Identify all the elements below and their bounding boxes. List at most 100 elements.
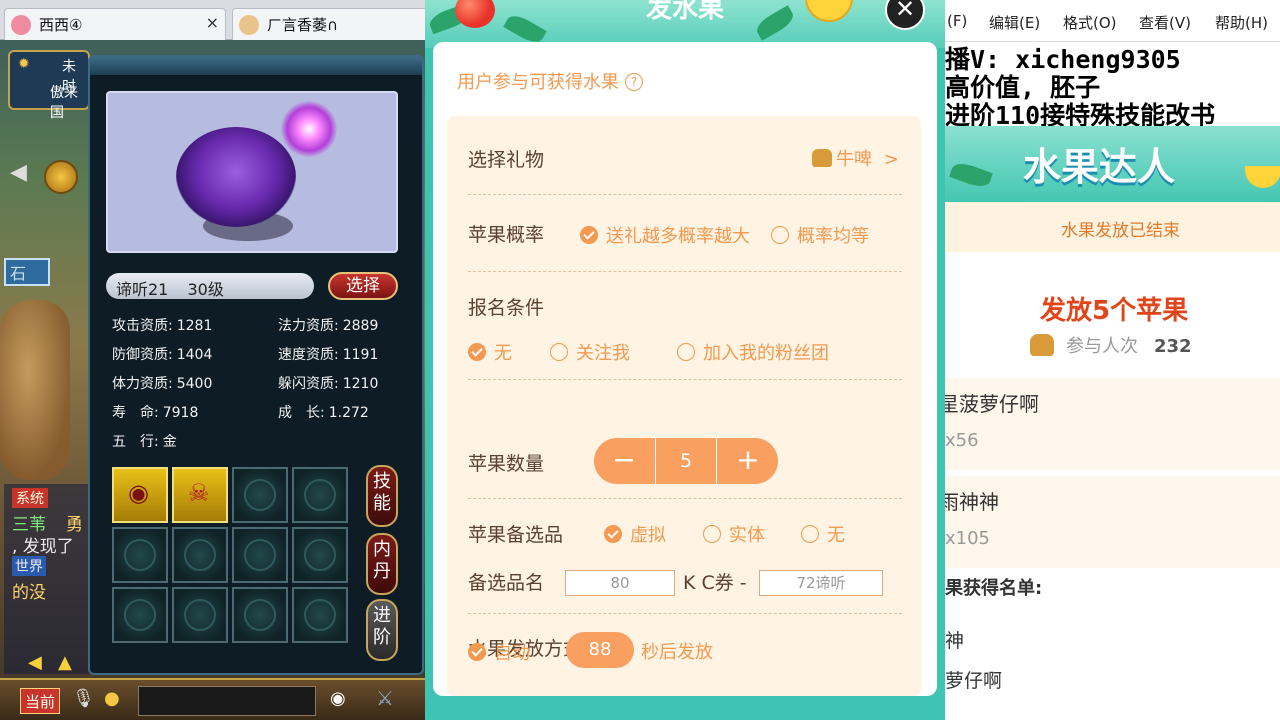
- divider: [468, 498, 902, 499]
- skill-grid: ◉ ☠: [112, 467, 348, 645]
- tab-skills[interactable]: 技能: [366, 465, 398, 527]
- arrow-up-icon[interactable]: ▲: [58, 652, 72, 673]
- radio-icon: [677, 343, 695, 361]
- quantity-value[interactable]: 5: [655, 438, 717, 484]
- pet-orb: [281, 101, 337, 157]
- radio-cond-none[interactable]: 无: [468, 339, 512, 365]
- radio-method-auto[interactable]: 自动: [468, 639, 530, 665]
- arrow-left-icon[interactable]: ◀: [10, 160, 27, 185]
- radio-icon: [771, 226, 789, 244]
- plus-button[interactable]: +: [718, 438, 778, 484]
- ended-bar: 水果发放已结束: [945, 202, 1280, 252]
- banana-icon: [805, 0, 853, 22]
- apple-icon: [455, 0, 495, 28]
- radio-icon: [801, 525, 819, 543]
- fruit-master-banner: 水果达人: [945, 126, 1280, 202]
- pedestal-decoration: [0, 300, 70, 480]
- chat-bubble-icon[interactable]: ●: [104, 688, 120, 709]
- pet-portrait: [106, 91, 398, 253]
- probability-label: 苹果概率: [468, 224, 545, 246]
- stone-label: 石: [4, 258, 50, 286]
- winner-name: 星菠萝仔啊: [945, 392, 1039, 416]
- gift-label: 选择礼物: [468, 149, 545, 171]
- stat-lifespan: 寿 命: 7918: [112, 405, 199, 421]
- skill-slot-empty[interactable]: [292, 467, 348, 523]
- avatar: [239, 15, 259, 35]
- banana-icon: [1245, 166, 1280, 188]
- alt-name-middle: K C券 -: [683, 572, 747, 594]
- check-icon: [468, 643, 486, 661]
- divider: [468, 613, 902, 614]
- tab-inner-core[interactable]: 内丹: [366, 533, 398, 595]
- radio-icon: [550, 343, 568, 361]
- radio-alt-virtual[interactable]: 虚拟: [604, 521, 666, 547]
- winner-qty: x56: [945, 430, 979, 451]
- tab-label: 西西④: [39, 16, 83, 34]
- chat-line: , 发现了: [12, 537, 74, 557]
- skill-slot[interactable]: ☠: [172, 467, 228, 523]
- skill-slot[interactable]: ◉: [112, 467, 168, 523]
- alt-name-field-1[interactable]: 80: [565, 570, 675, 596]
- divider: [468, 379, 902, 380]
- chat-input[interactable]: [138, 686, 316, 716]
- pet-icon[interactable]: ◉: [330, 688, 346, 709]
- menu-help[interactable]: 帮助(H): [1215, 12, 1268, 33]
- notepad-menubar: (F) 编辑(E) 格式(O) 查看(V) 帮助(H): [945, 0, 1280, 42]
- skull-icon: ☠: [188, 479, 210, 507]
- sword-icon[interactable]: ⚔: [376, 686, 394, 710]
- question-icon[interactable]: ?: [625, 73, 643, 91]
- menu-edit[interactable]: 编辑(E): [989, 12, 1040, 33]
- pet-figure: [176, 127, 296, 227]
- close-icon[interactable]: ×: [206, 13, 219, 32]
- condition-label: 报名条件: [468, 297, 545, 319]
- alt-name-field-2[interactable]: 72谛听: [759, 570, 883, 596]
- result-title: 发放5个苹果: [1040, 296, 1189, 326]
- modal-banner: 发水果: [425, 0, 945, 48]
- alt-name-label: 备选品名: [468, 572, 545, 594]
- divider: [468, 271, 902, 272]
- menu-view[interactable]: 查看(V): [1139, 12, 1191, 33]
- select-button[interactable]: 选择: [328, 272, 398, 300]
- microphone-icon[interactable]: 🎙: [72, 688, 95, 709]
- radio-prob-more-gifts[interactable]: 送礼越多概率越大: [580, 222, 750, 248]
- tab-xixi[interactable]: 西西④ ×: [4, 8, 226, 40]
- skill-slot-empty[interactable]: [172, 587, 228, 643]
- channel-current-button[interactable]: 当前: [20, 688, 60, 714]
- check-icon: [580, 226, 598, 244]
- modal-card: 用户参与可获得水果? 选择礼物 牛啤 > 苹果概率 送礼越多概率越大 概率均等 …: [433, 42, 937, 696]
- skill-slot-empty[interactable]: [292, 587, 348, 643]
- skill-slot-empty[interactable]: [112, 587, 168, 643]
- arrow-left-icon[interactable]: ◀: [28, 652, 42, 673]
- skill-slot-empty[interactable]: [112, 527, 168, 583]
- map-button[interactable]: [44, 160, 78, 194]
- gift-selector[interactable]: 牛啤 >: [812, 145, 899, 171]
- radio-alt-physical[interactable]: 实体: [703, 521, 765, 547]
- radio-cond-follow[interactable]: 关注我: [550, 339, 630, 365]
- chat-channel-world: 世界: [12, 556, 46, 576]
- alternative-label: 苹果备选品: [468, 524, 564, 546]
- minus-button[interactable]: −: [594, 438, 654, 484]
- chat-line: 的没: [12, 583, 46, 603]
- stat-speed: 速度资质: 1191: [278, 347, 379, 363]
- pet-level: 30级: [187, 280, 224, 299]
- radio-cond-fans[interactable]: 加入我的粉丝团: [677, 339, 829, 365]
- skill-slot-empty[interactable]: [232, 587, 288, 643]
- tab-label: ㄏ言香萎∩: [267, 16, 338, 34]
- skill-slot-empty[interactable]: [172, 527, 228, 583]
- hint-text: 用户参与可获得水果?: [457, 68, 643, 94]
- menu-file[interactable]: (F): [947, 12, 967, 30]
- eye-icon: ◉: [128, 479, 149, 507]
- skill-slot-empty[interactable]: [292, 527, 348, 583]
- radio-alt-none[interactable]: 无: [801, 521, 845, 547]
- participants: 参与人次 232: [1030, 332, 1192, 358]
- radio-prob-equal[interactable]: 概率均等: [771, 222, 869, 248]
- chat-channel-system: 系统: [12, 488, 48, 508]
- skill-slot-empty[interactable]: [232, 527, 288, 583]
- gift-bag-icon: [812, 149, 832, 167]
- menu-format[interactable]: 格式(O): [1063, 12, 1117, 33]
- tab-yanxiang[interactable]: ㄏ言香萎∩: [232, 8, 425, 40]
- tab-advance[interactable]: 进阶: [366, 599, 398, 661]
- list-item: 萝仔啊: [945, 670, 1003, 692]
- chevron-right-icon: >: [883, 149, 899, 170]
- skill-slot-empty[interactable]: [232, 467, 288, 523]
